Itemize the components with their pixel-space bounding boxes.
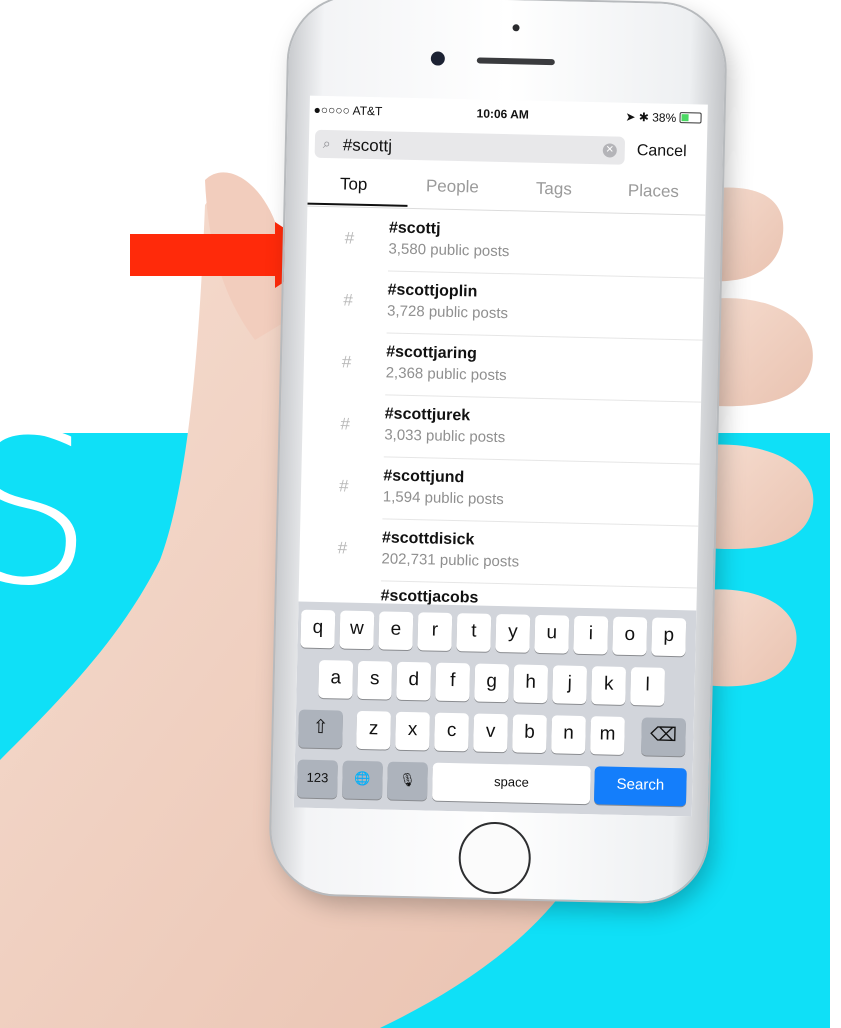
clear-search-icon[interactable]: ✕: [602, 143, 617, 158]
hashtag-icon: #: [340, 414, 351, 434]
hashtag-name: #scottjoplin: [387, 281, 478, 301]
key-x[interactable]: x: [395, 711, 431, 751]
microphone-key-icon[interactable]: 🎙: [387, 761, 428, 801]
proximity-sensor: [512, 24, 520, 32]
key-y[interactable]: y: [495, 614, 531, 653]
status-time: 10:06 AM: [476, 106, 530, 122]
key-z[interactable]: z: [356, 710, 392, 750]
shift-key-icon[interactable]: ⇧: [298, 709, 344, 749]
carrier-signal: ●○○○○ AT&T: [313, 102, 383, 119]
key-e[interactable]: e: [378, 611, 414, 651]
delete-key-icon[interactable]: ⌫: [641, 717, 686, 757]
post-count: 3,728 public posts: [386, 302, 509, 323]
hashtag-name: #scottjurek: [384, 405, 471, 425]
front-camera: [430, 51, 446, 66]
hashtag-icon: #: [341, 352, 352, 372]
key-v[interactable]: v: [473, 713, 508, 753]
key-g[interactable]: g: [474, 663, 510, 703]
iphone-device: ●○○○○ AT&T 10:06 AM ➤ ✱ 38% ⌕ #scottj ✕ …: [269, 0, 727, 903]
hashtag-icon: #: [343, 290, 354, 310]
key-m[interactable]: m: [590, 716, 625, 755]
key-a[interactable]: a: [318, 659, 354, 699]
earpiece-speaker: [476, 57, 555, 66]
key-u[interactable]: u: [534, 614, 570, 654]
key-d[interactable]: d: [396, 661, 432, 701]
key-k[interactable]: k: [591, 666, 627, 705]
key-q[interactable]: q: [300, 609, 336, 649]
phone-screen: ●○○○○ AT&T 10:06 AM ➤ ✱ 38% ⌕ #scottj ✕ …: [293, 95, 708, 817]
key-o[interactable]: o: [612, 616, 648, 656]
post-count: 2,368 public posts: [385, 364, 507, 385]
space-key[interactable]: space: [432, 762, 591, 805]
search-query: #scottj: [342, 135, 393, 156]
divider: [380, 580, 697, 589]
search-input[interactable]: ⌕ #scottj ✕: [314, 129, 626, 165]
search-key[interactable]: Search: [593, 766, 687, 807]
key-l[interactable]: l: [630, 667, 666, 706]
hashtag-name: #scottdisick: [381, 529, 475, 549]
list-item[interactable]: # #scottjoplin 3,728 public posts: [305, 270, 704, 341]
key-c[interactable]: c: [434, 712, 469, 752]
key-n[interactable]: n: [551, 715, 586, 755]
active-tab-indicator: [307, 202, 408, 207]
search-icon: ⌕: [322, 134, 331, 152]
hashtag-name: #scottjaring: [385, 343, 478, 363]
hashtag-icon: #: [338, 476, 349, 496]
post-count: 202,731 public posts: [381, 550, 520, 571]
key-h[interactable]: h: [513, 664, 549, 704]
key-w[interactable]: w: [339, 610, 375, 650]
hashtag-icon: #: [337, 538, 348, 558]
post-count: 3,033 public posts: [384, 426, 506, 447]
list-item[interactable]: # #scottjund 1,594 public posts: [300, 456, 699, 527]
list-item[interactable]: # #scottjurek 3,033 public posts: [302, 394, 701, 465]
key-r[interactable]: r: [417, 612, 453, 651]
tab-people[interactable]: People: [426, 176, 479, 197]
status-bar: ●○○○○ AT&T 10:06 AM ➤ ✱ 38%: [309, 96, 707, 131]
home-button[interactable]: [457, 821, 532, 895]
list-item[interactable]: # #scottjaring 2,368 public posts: [303, 332, 702, 403]
key-p[interactable]: p: [651, 617, 687, 657]
tab-top[interactable]: Top: [340, 174, 368, 195]
tab-places[interactable]: Places: [628, 181, 679, 202]
list-item[interactable]: # #scottdisick 202,731 public posts: [299, 518, 698, 589]
key-f[interactable]: f: [435, 662, 471, 702]
results-list: # #scottj 3,580 public posts # #scottjop…: [299, 208, 705, 589]
location-icon: ➤ ✱: [625, 109, 653, 125]
globe-key-icon[interactable]: 🌐: [342, 760, 383, 800]
tab-tags[interactable]: Tags: [536, 179, 572, 200]
cancel-button[interactable]: Cancel: [637, 142, 687, 161]
ios-keyboard: q w e r t y u i o p a s d f g h j k l ⇧ …: [293, 601, 697, 817]
post-count: 1,594 public posts: [382, 488, 504, 509]
numbers-key[interactable]: 123: [297, 759, 338, 799]
key-s[interactable]: s: [357, 660, 393, 700]
key-t[interactable]: t: [456, 613, 492, 652]
list-item[interactable]: # #scottj 3,580 public posts: [306, 208, 705, 279]
key-i[interactable]: i: [573, 615, 609, 655]
key-b[interactable]: b: [512, 714, 547, 754]
hashtag-name: #scottjund: [383, 467, 465, 487]
battery-status: ➤ ✱ 38%: [625, 109, 702, 126]
search-row: ⌕ #scottj ✕ Cancel: [309, 128, 708, 169]
key-j[interactable]: j: [552, 665, 588, 705]
hashtag-name: #scottj: [388, 219, 441, 238]
hashtag-icon: #: [344, 228, 355, 248]
battery-icon: [679, 112, 702, 124]
post-count: 3,580 public posts: [388, 240, 510, 261]
battery-percent: 38%: [652, 110, 677, 125]
